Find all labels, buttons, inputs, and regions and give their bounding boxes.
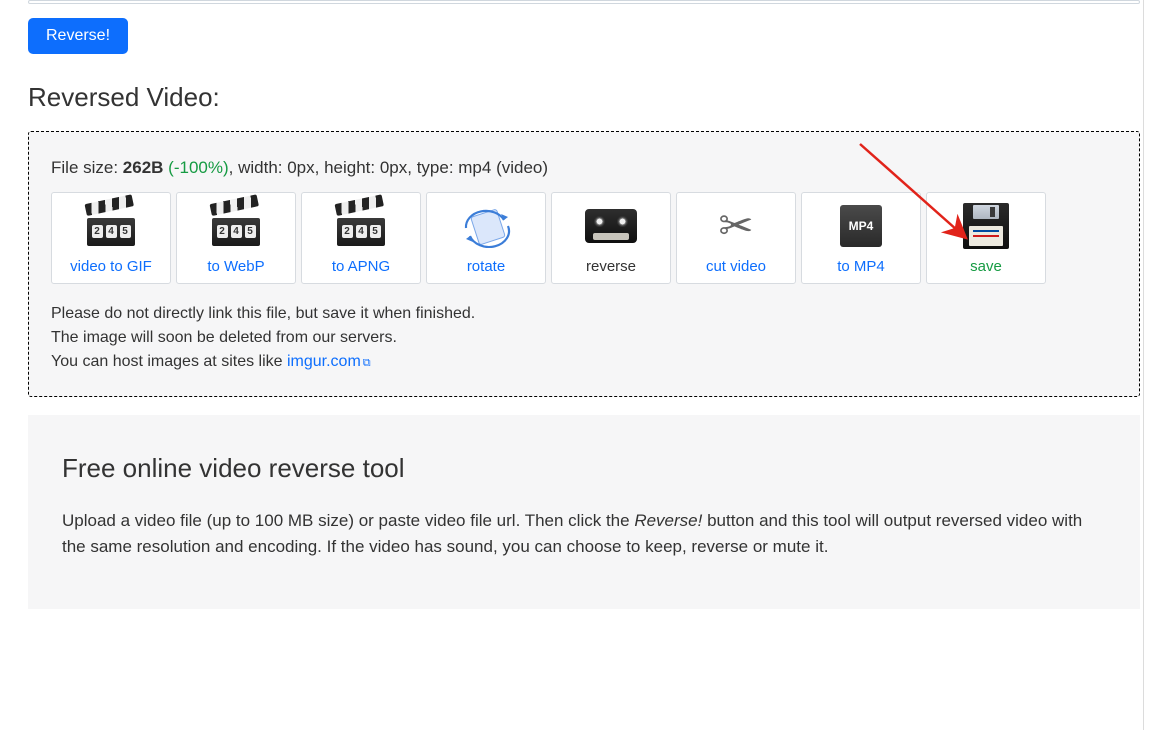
info-panel: Free online video reverse tool Upload a … (28, 415, 1140, 609)
action-tiles: 245video to GIF245to WebP245to APNGrotat… (51, 192, 1117, 284)
output-panel: File size: 262B (-100%), width: 0px, hei… (28, 131, 1140, 397)
clapper-icon: 245 (87, 193, 135, 258)
mp4-icon: MP4 (840, 193, 882, 258)
input-box-bottom-edge (28, 0, 1140, 4)
tile-label: to MP4 (837, 258, 885, 275)
output-notes: Please do not directly link this file, b… (51, 302, 1117, 374)
tile-video-to-GIF[interactable]: 245video to GIF (51, 192, 171, 284)
tile-to-WebP[interactable]: 245to WebP (176, 192, 296, 284)
right-edge-divider (1143, 0, 1144, 730)
reverse-button[interactable]: Reverse! (28, 18, 128, 54)
tile-to-APNG[interactable]: 245to APNG (301, 192, 421, 284)
tile-to-MP4[interactable]: MP4to MP4 (801, 192, 921, 284)
tile-rotate[interactable]: rotate (426, 192, 546, 284)
scissors-icon: ✂ (718, 193, 753, 258)
tile-label: video to GIF (70, 258, 152, 275)
tile-label: to APNG (332, 258, 390, 275)
file-dimensions: , width: 0px, height: 0px, type: mp4 (vi… (229, 158, 548, 177)
tile-label: cut video (706, 258, 766, 275)
note-line-2: The image will soon be deleted from our … (51, 326, 1117, 350)
imgur-link-text: imgur.com (287, 353, 361, 370)
tile-save[interactable]: save (926, 192, 1046, 284)
tile-cut-video[interactable]: ✂cut video (676, 192, 796, 284)
content: Reverse! Reversed Video: File size: 262B… (0, 0, 1168, 649)
note-line-3-text: You can host images at sites like (51, 353, 287, 370)
floppy-icon (963, 193, 1009, 258)
info-text-a: Upload a video file (up to 100 MB size) … (62, 511, 634, 530)
tile-label: reverse (586, 258, 636, 275)
info-heading: Free online video reverse tool (62, 453, 1106, 484)
tile-label: rotate (467, 258, 505, 275)
info-paragraph: Upload a video file (up to 100 MB size) … (62, 508, 1106, 561)
tile-label: to WebP (207, 258, 264, 275)
imgur-link[interactable]: imgur.com⧉ (287, 353, 371, 370)
clapper-icon: 245 (212, 193, 260, 258)
note-line-1: Please do not directly link this file, b… (51, 302, 1117, 326)
clapper-icon: 245 (337, 193, 385, 258)
cassette-icon (585, 193, 637, 258)
rotate-icon (460, 193, 512, 258)
tile-label: save (970, 258, 1002, 275)
file-size-label: File size: (51, 158, 123, 177)
file-info-line: File size: 262B (-100%), width: 0px, hei… (51, 158, 1117, 178)
info-em: Reverse! (634, 511, 702, 530)
page: Reverse! Reversed Video: File size: 262B… (0, 0, 1168, 649)
file-size-percent: (-100%) (168, 158, 228, 177)
tile-reverse[interactable]: reverse (551, 192, 671, 284)
external-link-icon: ⧉ (363, 357, 371, 369)
note-line-3: You can host images at sites like imgur.… (51, 350, 1117, 374)
reversed-video-heading: Reversed Video: (28, 82, 1140, 113)
file-size-value: 262B (123, 158, 164, 177)
